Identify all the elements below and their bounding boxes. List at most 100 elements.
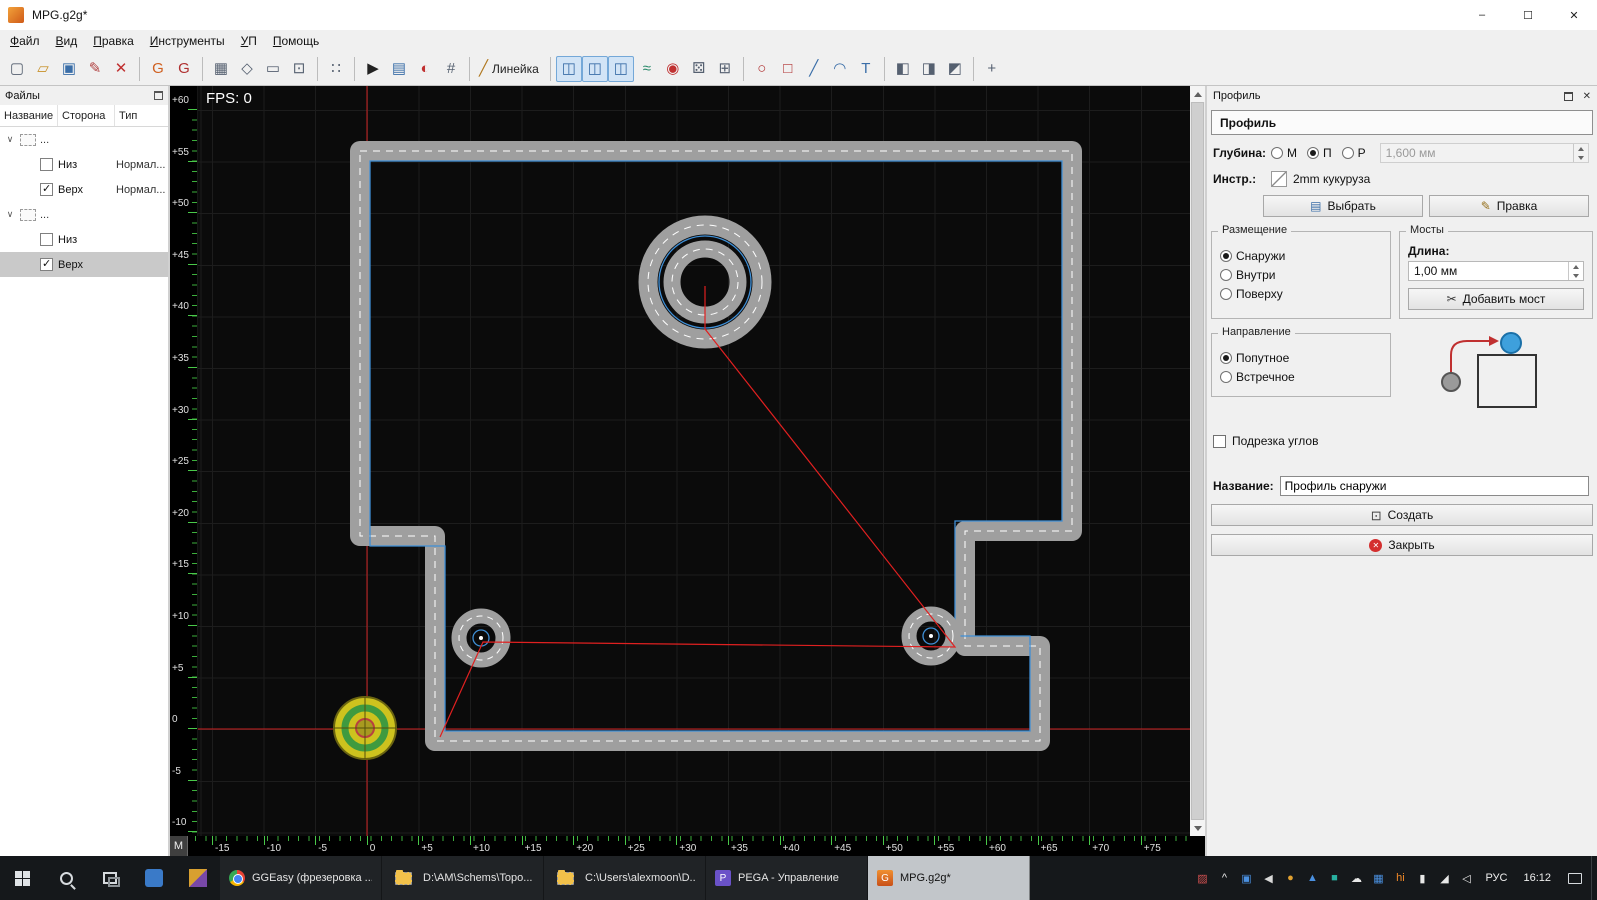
- show-desktop-button[interactable]: [1591, 856, 1597, 900]
- depth-option-1[interactable]: М: [1271, 146, 1297, 160]
- profile-float-icon[interactable]: [1563, 91, 1573, 101]
- tray-defender-shield[interactable]: ▲: [1301, 856, 1323, 900]
- direction-option-2[interactable]: Встречное: [1220, 370, 1382, 384]
- language-indicator[interactable]: РУС: [1477, 856, 1515, 900]
- close-button[interactable]: ✕: [1551, 0, 1597, 30]
- tray-hi-app[interactable]: hi: [1389, 856, 1411, 900]
- gcode-top-button[interactable]: G: [171, 56, 197, 82]
- select-tool-button[interactable]: Выбрать: [1263, 195, 1423, 217]
- cad-viewport[interactable]: FPS: 0: [198, 86, 1190, 836]
- draw-rect-button[interactable]: □: [775, 56, 801, 82]
- depth-option-3[interactable]: Р: [1341, 146, 1366, 160]
- clock[interactable]: 16:12: [1515, 856, 1559, 900]
- spin-up-icon[interactable]: [1574, 144, 1588, 153]
- create-button[interactable]: Создать: [1211, 504, 1593, 526]
- tray-app-teal[interactable]: ■: [1323, 856, 1345, 900]
- select-rect-button[interactable]: ▦: [208, 56, 234, 82]
- column-header-name[interactable]: Название: [0, 105, 58, 126]
- layer-row[interactable]: Низ: [0, 227, 168, 252]
- edit-tool-button[interactable]: Правка: [1429, 195, 1589, 217]
- spin-down-icon[interactable]: [1569, 271, 1583, 280]
- smooth-curve-button[interactable]: ≈: [634, 56, 660, 82]
- spin-up-icon[interactable]: [1569, 262, 1583, 271]
- gcode-bottom-button[interactable]: G: [145, 56, 171, 82]
- task-pega[interactable]: P PEGA - Управление: [706, 856, 868, 900]
- units-box[interactable]: M: [170, 836, 188, 856]
- layer-row[interactable]: Верх: [0, 252, 168, 277]
- view-toggle-borders-button[interactable]: ◫: [555, 55, 582, 82]
- files-panel-float-icon[interactable]: [154, 91, 163, 100]
- zoom-window-button[interactable]: ▭: [260, 56, 286, 82]
- open-file-button[interactable]: ▱: [30, 56, 56, 82]
- spin-down-icon[interactable]: [1574, 153, 1588, 162]
- placement-option-2[interactable]: Внутри: [1220, 268, 1382, 282]
- action-center-button[interactable]: [1559, 856, 1591, 900]
- save-as-button[interactable]: ✎: [82, 56, 108, 82]
- snap-points-button[interactable]: +: [979, 56, 1005, 82]
- depth-value-spinbox[interactable]: 1,600 мм: [1379, 143, 1589, 163]
- menu-edit[interactable]: Правка: [85, 32, 142, 50]
- close-panel-button[interactable]: Закрыть: [1211, 534, 1593, 556]
- menu-view[interactable]: Вид: [48, 32, 86, 50]
- menu-file[interactable]: Файл: [2, 32, 48, 50]
- placement-option-1[interactable]: Снаружи: [1220, 249, 1382, 263]
- taskbar-search-button[interactable]: [44, 856, 88, 900]
- drill-grid-button[interactable]: #: [438, 56, 464, 82]
- pinned-app-blue[interactable]: [132, 856, 176, 900]
- layer-row[interactable]: Верх Нормал...: [0, 177, 168, 202]
- task-mpg-g2g[interactable]: G MPG.g2g*: [868, 856, 1030, 900]
- pixel-grid-button[interactable]: ⊞: [712, 56, 738, 82]
- scroll-up-arrow[interactable]: [1190, 86, 1205, 102]
- corner-trim-row[interactable]: Подрезка углов: [1213, 434, 1597, 448]
- menu-tools[interactable]: Инструменты: [142, 32, 233, 50]
- task-view-button[interactable]: [88, 856, 132, 900]
- dice-button[interactable]: ⚄: [686, 56, 712, 82]
- task-explorer-c-users[interactable]: C:\Users\alexmoon\D...: [544, 856, 706, 900]
- marker-red-button[interactable]: ◉: [660, 56, 686, 82]
- placement-option-3[interactable]: Поверху: [1220, 287, 1382, 301]
- tray-app-photos[interactable]: ▨: [1191, 856, 1213, 900]
- save-file-button[interactable]: ▣: [56, 56, 82, 82]
- tray-app-blue[interactable]: ▣: [1235, 856, 1257, 900]
- view-toggle-fills-button[interactable]: ◫: [607, 55, 634, 82]
- scroll-down-arrow[interactable]: [1190, 820, 1205, 836]
- snap-grid-button[interactable]: ∷: [323, 56, 349, 82]
- tray-app-grid[interactable]: ▦: [1367, 856, 1389, 900]
- layer-visible-checkbox[interactable]: [40, 257, 53, 271]
- view-toggle-paths-button[interactable]: ◫: [581, 55, 608, 82]
- draw-text-button[interactable]: T: [853, 56, 879, 82]
- tray-onedrive-cloud[interactable]: ☁: [1345, 856, 1367, 900]
- hidden-icons-chevron[interactable]: ^: [1213, 856, 1235, 900]
- new-file-button[interactable]: ▢: [4, 56, 30, 82]
- profile-name-input[interactable]: [1279, 476, 1589, 496]
- column-header-type[interactable]: Тип: [115, 105, 168, 126]
- scroll-thumb[interactable]: [1191, 102, 1204, 820]
- minimize-button[interactable]: –: [1459, 0, 1505, 30]
- draw-line-button[interactable]: ╱: [801, 56, 827, 82]
- run-gcode-button[interactable]: ▶: [360, 56, 386, 82]
- tray-volume[interactable]: ◁: [1455, 856, 1477, 900]
- expander-icon[interactable]: ∨: [4, 134, 16, 145]
- draw-arc-button[interactable]: ◠: [827, 56, 853, 82]
- zoom-fit-button[interactable]: ⊡: [286, 56, 312, 82]
- layer-visible-checkbox[interactable]: [40, 233, 53, 246]
- depth-option-2[interactable]: П: [1307, 146, 1332, 160]
- bool-subtract-button[interactable]: ◨: [916, 56, 942, 82]
- start-button[interactable]: [0, 856, 44, 900]
- corner-trim-checkbox[interactable]: [1213, 434, 1226, 448]
- bool-intersect-button[interactable]: ◩: [942, 56, 968, 82]
- task-chrome-ggeasy[interactable]: GGEasy (фрезеровка ...: [220, 856, 382, 900]
- pinned-app-photos[interactable]: [176, 856, 220, 900]
- draw-circle-button[interactable]: ○: [749, 56, 775, 82]
- layer-visible-checkbox[interactable]: [40, 182, 53, 196]
- layer-visible-checkbox[interactable]: [40, 158, 53, 171]
- bool-union-button[interactable]: ◧: [890, 56, 916, 82]
- menu-gcode[interactable]: УП: [233, 32, 265, 50]
- ruler-button[interactable]: ╱ Линейка: [475, 56, 545, 82]
- tray-battery[interactable]: ▮: [1411, 856, 1433, 900]
- bridge-length-spinbox[interactable]: 1,00 мм: [1408, 261, 1584, 281]
- transform-button[interactable]: ◇: [234, 56, 260, 82]
- tray-app-ball[interactable]: ●: [1279, 856, 1301, 900]
- layer-group-row[interactable]: ∨...: [0, 202, 168, 227]
- menu-help[interactable]: Помощь: [265, 32, 327, 50]
